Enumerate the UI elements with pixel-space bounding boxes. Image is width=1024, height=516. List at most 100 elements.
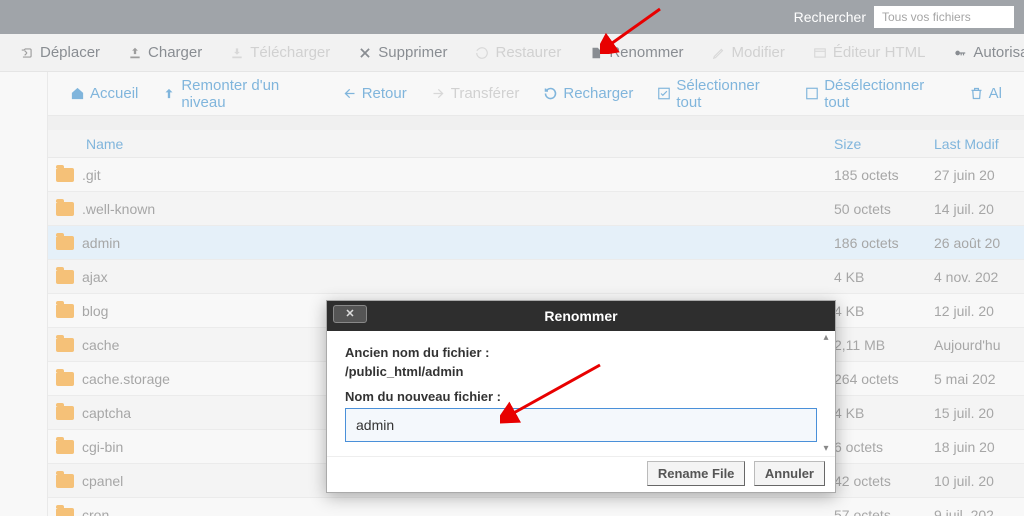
forward-icon bbox=[431, 86, 446, 101]
col-size[interactable]: Size bbox=[834, 136, 934, 152]
forward-button[interactable]: Transférer bbox=[419, 85, 532, 102]
col-name[interactable]: Name bbox=[82, 136, 834, 152]
html-editor-label: Éditeur HTML bbox=[833, 44, 926, 61]
restore-label: Restaurer bbox=[495, 44, 561, 61]
rename-dialog: ✕ Renommer Ancien nom du fichier : /publ… bbox=[326, 300, 836, 493]
up-button[interactable]: Remonter d'un niveau bbox=[150, 77, 329, 111]
folder-icon bbox=[56, 338, 74, 352]
upload-label: Charger bbox=[148, 44, 202, 61]
up-icon bbox=[162, 86, 176, 101]
file-size: 264 octets bbox=[834, 371, 934, 387]
file-size: 42 octets bbox=[834, 473, 934, 489]
folder-icon bbox=[56, 236, 74, 250]
file-modified: 9 juil. 202 bbox=[934, 507, 1024, 516]
back-button[interactable]: Retour bbox=[330, 85, 419, 102]
file-modified: 5 mai 202 bbox=[934, 371, 1024, 387]
html-editor-button[interactable]: Éditeur HTML bbox=[799, 44, 940, 61]
old-name-label: Ancien nom du fichier : bbox=[345, 345, 817, 360]
folder-icon bbox=[56, 406, 74, 420]
forward-label: Transférer bbox=[451, 85, 520, 102]
square-icon bbox=[805, 86, 819, 101]
table-row[interactable]: ajax4 KB4 nov. 202 bbox=[48, 260, 1024, 294]
file-modified: 14 juil. 20 bbox=[934, 201, 1024, 217]
file-size: 50 octets bbox=[834, 201, 934, 217]
file-modified: 18 juin 20 bbox=[934, 439, 1024, 455]
file-size: 185 octets bbox=[834, 167, 934, 183]
folder-icon bbox=[56, 508, 74, 516]
file-name: admin bbox=[82, 235, 834, 251]
reload-icon bbox=[543, 86, 558, 101]
deselect-all-button[interactable]: Désélectionner tout bbox=[793, 77, 956, 111]
rename-file-button[interactable]: Rename File bbox=[647, 461, 746, 486]
sidebar bbox=[0, 72, 48, 516]
file-size: 4 KB bbox=[834, 303, 934, 319]
new-name-input[interactable] bbox=[345, 408, 817, 442]
download-label: Télécharger bbox=[250, 44, 330, 61]
permissions-button[interactable]: Autorisations bbox=[939, 44, 1024, 61]
main-toolbar: Déplacer Charger Télécharger Supprimer R… bbox=[0, 34, 1024, 72]
trash-button[interactable]: Al bbox=[957, 85, 1014, 102]
file-modified: 4 nov. 202 bbox=[934, 269, 1024, 285]
dialog-title: Renommer bbox=[544, 308, 617, 324]
file-modified: 15 juil. 20 bbox=[934, 405, 1024, 421]
close-icon[interactable]: ✕ bbox=[333, 305, 367, 323]
edit-label: Modifier bbox=[732, 44, 785, 61]
folder-icon bbox=[56, 440, 74, 454]
trash-icon bbox=[969, 86, 984, 101]
search-label: Rechercher bbox=[794, 9, 866, 25]
table-header: Name Size Last Modif bbox=[48, 130, 1024, 158]
file-name: .well-known bbox=[82, 201, 834, 217]
home-button[interactable]: Accueil bbox=[58, 85, 150, 102]
file-size: 2,11 MB bbox=[834, 337, 934, 353]
folder-icon bbox=[56, 372, 74, 386]
scroll-up-icon[interactable]: ▴ bbox=[821, 331, 831, 345]
home-label: Accueil bbox=[90, 85, 138, 102]
file-size: 4 KB bbox=[834, 269, 934, 285]
cancel-button[interactable]: Annuler bbox=[754, 461, 825, 486]
file-size: 186 octets bbox=[834, 235, 934, 251]
table-row[interactable]: cron57 octets9 juil. 202 bbox=[48, 498, 1024, 516]
file-size: 6 octets bbox=[834, 439, 934, 455]
folder-icon bbox=[56, 202, 74, 216]
table-row[interactable]: .well-known50 octets14 juil. 20 bbox=[48, 192, 1024, 226]
folder-icon bbox=[56, 304, 74, 318]
rename-label: Renommer bbox=[609, 44, 683, 61]
deselect-all-label: Désélectionner tout bbox=[824, 77, 944, 111]
move-button[interactable]: Déplacer bbox=[6, 44, 114, 61]
reload-label: Recharger bbox=[563, 85, 633, 102]
edit-button[interactable]: Modifier bbox=[698, 44, 799, 61]
folder-icon bbox=[56, 270, 74, 284]
reload-button[interactable]: Recharger bbox=[531, 85, 645, 102]
file-modified: Aujourd'hu bbox=[934, 337, 1024, 353]
select-all-button[interactable]: Sélectionner tout bbox=[645, 77, 793, 111]
permissions-label: Autorisations bbox=[973, 44, 1024, 61]
rename-button[interactable]: Renommer bbox=[575, 44, 697, 61]
file-name: .git bbox=[82, 167, 834, 183]
table-row[interactable]: admin186 octets26 août 20 bbox=[48, 226, 1024, 260]
back-icon bbox=[342, 86, 357, 101]
folder-icon bbox=[56, 168, 74, 182]
upload-button[interactable]: Charger bbox=[114, 44, 216, 61]
move-label: Déplacer bbox=[40, 44, 100, 61]
file-modified: 10 juil. 20 bbox=[934, 473, 1024, 489]
scroll-down-icon[interactable]: ▾ bbox=[821, 442, 831, 456]
nav-toolbar: Accueil Remonter d'un niveau Retour Tran… bbox=[48, 72, 1024, 116]
file-size: 4 KB bbox=[834, 405, 934, 421]
table-row[interactable]: .git185 octets27 juin 20 bbox=[48, 158, 1024, 192]
old-path: /public_html/admin bbox=[345, 364, 817, 379]
file-name: ajax bbox=[82, 269, 834, 285]
restore-button[interactable]: Restaurer bbox=[461, 44, 575, 61]
search-input[interactable] bbox=[874, 6, 1014, 28]
delete-label: Supprimer bbox=[378, 44, 447, 61]
trash-label: Al bbox=[989, 85, 1002, 102]
dialog-scrollbar[interactable]: ▴ ▾ bbox=[821, 331, 831, 456]
file-modified: 27 juin 20 bbox=[934, 167, 1024, 183]
check-icon bbox=[657, 86, 671, 101]
col-modified[interactable]: Last Modif bbox=[934, 136, 1024, 152]
file-size: 57 octets bbox=[834, 507, 934, 516]
dialog-title-bar[interactable]: ✕ Renommer bbox=[327, 301, 835, 331]
back-label: Retour bbox=[362, 85, 407, 102]
download-button[interactable]: Télécharger bbox=[216, 44, 344, 61]
delete-button[interactable]: Supprimer bbox=[344, 44, 461, 61]
file-modified: 26 août 20 bbox=[934, 235, 1024, 251]
